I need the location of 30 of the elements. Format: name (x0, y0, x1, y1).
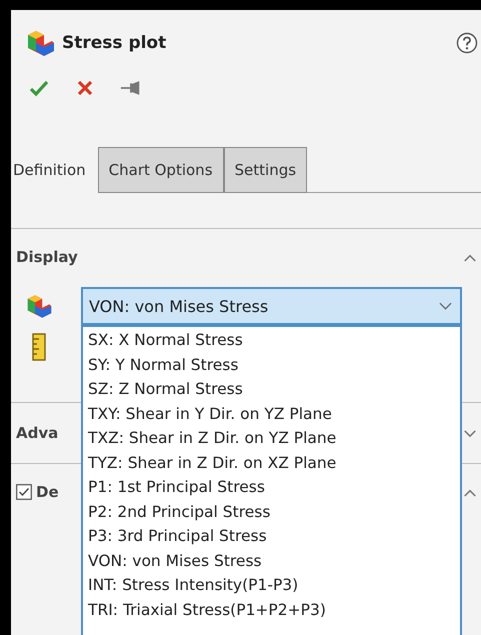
dropdown-option[interactable]: TYZ: Shear in Z Dir. on XZ Plane (88, 450, 460, 475)
tab[interactable]: Settings (224, 147, 308, 193)
colored-part-icon (26, 29, 56, 57)
collapse-icon[interactable] (463, 488, 477, 496)
section-heading: Adva (16, 424, 58, 442)
expand-icon[interactable] (463, 428, 477, 438)
dropdown-option[interactable]: P2: 2nd Principal Stress (88, 500, 460, 524)
dropdown-option[interactable]: TXZ: Shear in Z Dir. on YZ Plane (88, 426, 460, 450)
check-icon[interactable] (28, 79, 50, 97)
dropdown-option[interactable]: SY: Y Normal Stress (88, 352, 460, 377)
help-icon[interactable] (456, 32, 478, 54)
dropdown-option[interactable]: TXY: Shear in Y Dir. on YZ Plane (88, 402, 460, 426)
dropdown-option[interactable]: P1: 1st Principal Stress (88, 475, 460, 500)
section-heading: De (36, 483, 59, 501)
ruler-icon (32, 333, 46, 361)
collapse-icon[interactable] (463, 252, 477, 262)
dropdown-option[interactable]: VON: von Mises Stress (88, 548, 460, 573)
section-heading: Display (16, 248, 78, 266)
chevron-down-icon (439, 302, 452, 310)
dropdown-option[interactable]: SZ: Z Normal Stress (88, 377, 460, 402)
dropdown-option[interactable]: INT: Stress Intensity(P1-P3) (88, 573, 460, 598)
tab[interactable]: Chart Options (98, 147, 224, 193)
panel-title: Stress plot (62, 33, 168, 53)
pin-icon[interactable] (120, 79, 142, 97)
dropdown-option[interactable]: P3: 3rd Principal Stress (88, 524, 460, 548)
dropdown-option[interactable]: TRI: Triaxial Stress(P1+P2+P3) (88, 598, 460, 622)
colored-part-icon (26, 293, 53, 319)
component-dropdown[interactable]: VON: von Mises Stress (81, 287, 462, 325)
dropdown-option[interactable]: SX: X Normal Stress (88, 328, 460, 352)
checkbox[interactable] (16, 484, 32, 500)
